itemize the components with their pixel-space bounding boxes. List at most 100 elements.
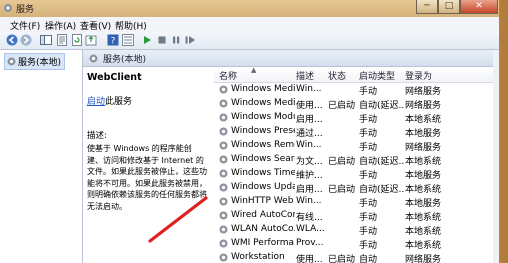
console-tree-icon[interactable] <box>40 34 52 46</box>
close-button[interactable]: ✕ <box>460 0 498 14</box>
restart-service-icon[interactable] <box>184 34 196 46</box>
forward-arrow-icon[interactable] <box>20 34 32 46</box>
tree-item-services-local[interactable]: 服务(本地) <box>4 53 66 70</box>
column-header-status[interactable]: 状态 <box>328 69 346 82</box>
cell-startup-type: 手动 <box>359 143 378 153</box>
cell-description: 有线... <box>296 213 323 223</box>
cell-name: WinHTTP Web ... <box>231 196 295 206</box>
details-view-icon[interactable] <box>122 34 134 46</box>
table-row[interactable]: Windows Modu...启用... 手动 本地系统 <box>214 111 499 125</box>
main-pane-title: 服务(本地) <box>103 54 147 65</box>
cell-name: Windows Time <box>231 168 295 178</box>
services-list: ▲ 名称 描述 状态 启动类型 登录为 Windows Medi...Win..… <box>214 67 499 263</box>
start-service-suffix: 此服务 <box>105 97 133 107</box>
table-row[interactable]: Windows Search为文... 已启动自动(延迟...本地系统 <box>214 153 499 167</box>
cell-logon-as: 本地服务 <box>405 171 442 181</box>
back-arrow-icon[interactable] <box>6 34 18 46</box>
cell-logon-as: 本地服务 <box>405 129 442 139</box>
pause-service-icon[interactable] <box>170 34 182 46</box>
cell-logon-as: 本地系统 <box>405 115 442 125</box>
cell-description: 为文... <box>296 157 323 167</box>
cell-description: 通过... <box>296 129 323 139</box>
cell-logon-as: 网络服务 <box>405 255 442 263</box>
cell-startup-type: 自动(延迟... <box>359 101 404 111</box>
cell-description: 启用... <box>296 185 323 195</box>
cell-name: Windows Remo... <box>231 140 295 150</box>
start-service-link[interactable]: 启动 <box>87 97 105 107</box>
column-header-startup-type[interactable]: 启动类型 <box>359 69 395 82</box>
cell-logon-as: 网络服务 <box>405 101 442 111</box>
export-list-icon[interactable] <box>85 34 97 46</box>
maximize-button[interactable]: □ <box>438 0 460 14</box>
main-pane-header: 服务(本地) <box>83 50 499 67</box>
cell-startup-type: 手动 <box>359 213 378 223</box>
cell-startup-type: 自动(延迟... <box>359 185 404 195</box>
menu-help[interactable]: 帮助(H) <box>115 19 147 32</box>
cell-status: 已启动 <box>328 185 356 195</box>
column-header-name[interactable]: 名称 <box>219 69 237 82</box>
cell-startup-type: 手动 <box>359 227 378 237</box>
cell-name: WMI Performa... <box>231 238 295 248</box>
cell-name: Wired AutoCon... <box>231 210 295 220</box>
tree-item-label: 服务(本地) <box>18 58 62 68</box>
cell-startup-type: 手动 <box>359 115 378 125</box>
cell-logon-as: 本地系统 <box>405 227 442 237</box>
gear-icon <box>219 197 228 206</box>
gear-icon <box>219 99 228 108</box>
help-icon[interactable]: ? <box>107 34 119 46</box>
gear-icon <box>219 113 228 122</box>
menu-action[interactable]: 操作(A) <box>45 19 76 32</box>
cell-name: Windows Update <box>231 182 295 192</box>
service-detail-panel: WebClient 启动此服务 描述: 使基于 Windows 的程序能创建、访… <box>83 67 211 263</box>
table-row[interactable]: Windows Medi...使用... 已启动自动(延迟...网络服务 <box>214 97 499 111</box>
cell-name: Windows Prese... <box>231 126 295 136</box>
refresh-icon[interactable] <box>71 34 83 46</box>
gear-icon <box>89 53 98 63</box>
minimize-button[interactable]: ─ <box>416 0 438 14</box>
gear-icon <box>219 239 228 248</box>
cell-logon-as: 本地系统 <box>405 157 442 167</box>
cell-logon-as: 网络服务 <box>405 87 442 97</box>
gear-icon <box>219 127 228 136</box>
console-tree: 服务(本地) <box>0 50 83 263</box>
table-row[interactable]: Windows Prese...通过... 手动 本地服务 <box>214 125 499 139</box>
table-row[interactable]: Wired AutoCon...有线... 手动 本地系统 <box>214 209 499 223</box>
cell-startup-type: 手动 <box>359 171 378 181</box>
table-row[interactable]: WLAN AutoCo... WLA... 手动 本地系统 <box>214 223 499 237</box>
table-row[interactable]: WinHTTP Web ...Win... 手动 本地服务 <box>214 195 499 209</box>
cell-name: WLAN AutoCo... <box>231 224 295 234</box>
table-row[interactable]: Windows Remo...Win... 手动 网络服务 <box>214 139 499 153</box>
menu-view[interactable]: 查看(V) <box>80 19 111 32</box>
cell-startup-type: 手动 <box>359 241 378 251</box>
table-row[interactable]: Windows Medi...Win... 手动 网络服务 <box>214 83 499 97</box>
description-label: 描述: <box>87 131 107 141</box>
description-text: 使基于 Windows 的程序能创建、访问和修改基于 Internet 的文件。… <box>87 144 207 211</box>
menu-file[interactable]: 文件(F) <box>10 19 40 32</box>
column-header-description[interactable]: 描述 <box>296 69 314 82</box>
table-row[interactable]: WMI Performa...Prov... 手动 本地系统 <box>214 237 499 251</box>
start-service-icon[interactable] <box>141 34 153 46</box>
table-row[interactable]: Windows Time 维护... 手动 本地服务 <box>214 167 499 181</box>
table-row[interactable]: Workstation 使用... 已启动 自动 网络服务 <box>214 251 499 263</box>
svg-text:?: ? <box>111 37 116 47</box>
cell-name: Windows Search <box>231 154 295 164</box>
gear-icon <box>219 253 228 262</box>
vertical-scrollbar[interactable] <box>493 50 499 263</box>
cell-description: Win... <box>296 140 322 150</box>
title-bar[interactable]: 服务 ─ □ ✕ <box>0 0 499 17</box>
cell-logon-as: 网络服务 <box>405 143 442 153</box>
column-header-logon-as[interactable]: 登录为 <box>405 69 432 82</box>
cell-description: WLA... <box>296 224 325 234</box>
services-window: 服务 ─ □ ✕ 文件(F) 操作(A) 查看(V) 帮助(H) ? 服务(本地… <box>0 0 500 263</box>
gear-icon <box>219 211 228 220</box>
cell-startup-type: 手动 <box>359 199 378 209</box>
main-pane: 服务(本地) WebClient 启动此服务 描述: 使基于 Windows 的… <box>83 50 499 263</box>
table-row[interactable]: Windows Update启用... 已启动自动(延迟...本地系统 <box>214 181 499 195</box>
cell-name: Workstation <box>231 252 285 262</box>
cell-status: 已启动 <box>328 255 356 263</box>
stop-service-icon[interactable] <box>156 34 168 46</box>
gear-icon <box>7 57 16 66</box>
cell-description: Prov... <box>296 238 324 248</box>
properties-icon[interactable] <box>56 34 68 46</box>
cell-name: Windows Modu... <box>231 112 295 122</box>
